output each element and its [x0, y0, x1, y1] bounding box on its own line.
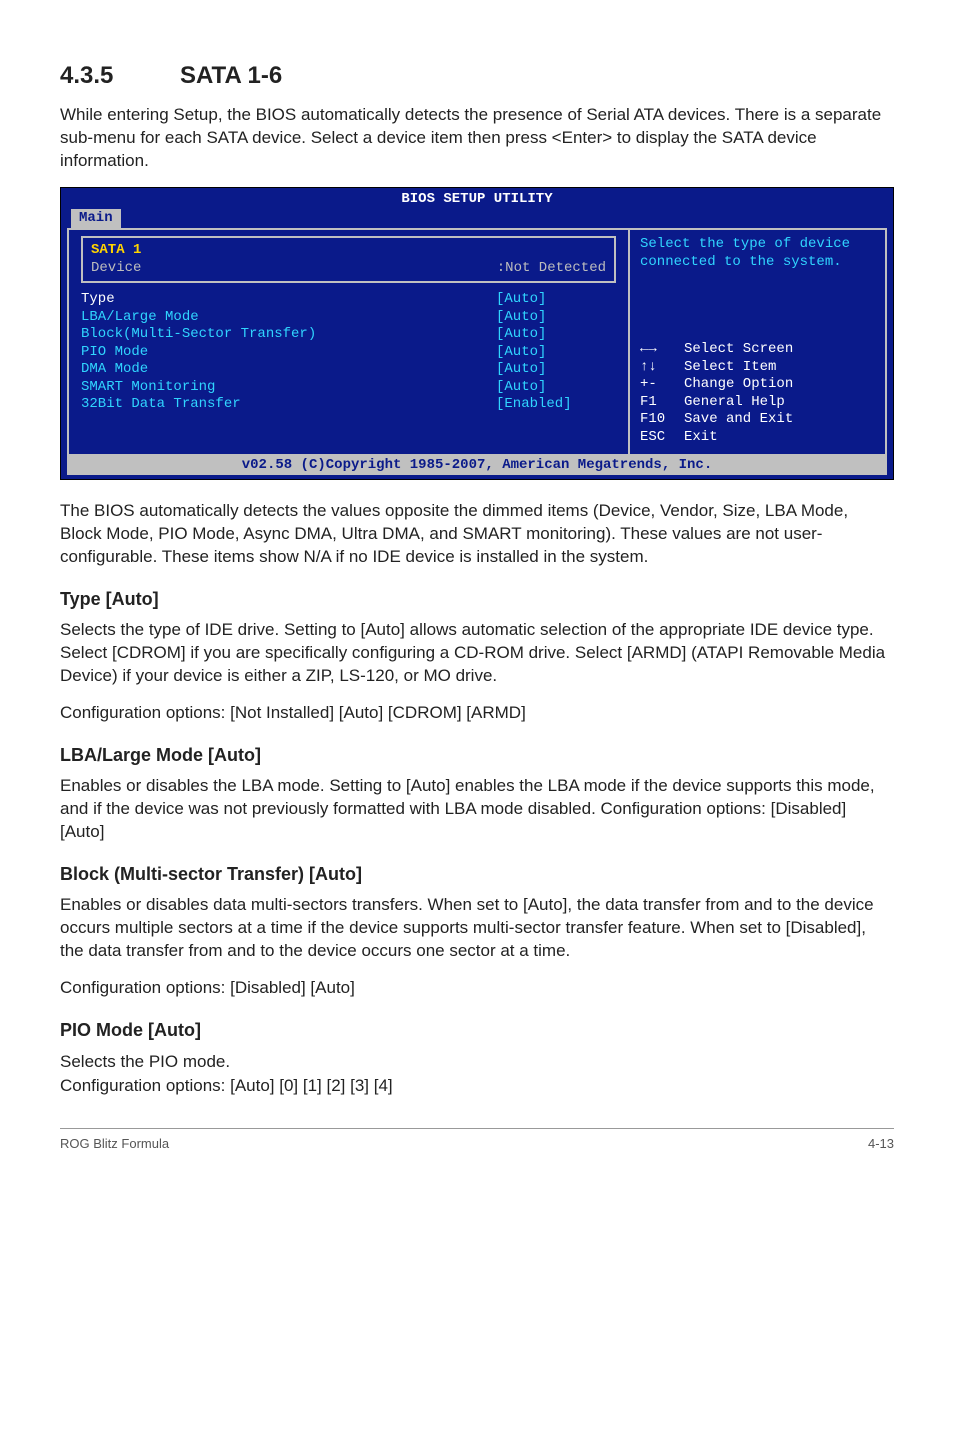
bios-nav-action: Change Option: [684, 376, 793, 394]
bios-panel-title: SATA 1: [91, 242, 606, 260]
bios-tab-bar: Main: [61, 209, 893, 229]
bios-nav-row: ←→Select Screen: [640, 341, 875, 359]
bios-option-label: SMART Monitoring: [81, 379, 496, 397]
bios-screenshot: BIOS SETUP UTILITY Main SATA 1 Device :N…: [60, 187, 894, 480]
bios-device-row: Device :Not Detected: [91, 260, 606, 278]
bios-title: BIOS SETUP UTILITY: [61, 188, 893, 209]
bios-right-panel: Select the type of device connected to t…: [628, 228, 887, 456]
bios-option-value: [Auto]: [496, 379, 616, 397]
bios-nav-block: ←→Select Screen ↑↓Select Item +-Change O…: [640, 341, 875, 446]
bios-option-row[interactable]: DMA Mode[Auto]: [81, 361, 616, 379]
section-number: 4.3.5: [60, 60, 180, 92]
bios-option-value: [Enabled]: [496, 396, 616, 414]
bios-left-panel: SATA 1 Device :Not Detected Type[Auto] L…: [67, 228, 628, 456]
bios-option-row[interactable]: Block(Multi-Sector Transfer)[Auto]: [81, 326, 616, 344]
bios-option-value: [Auto]: [496, 326, 616, 344]
bios-nav-action: General Help: [684, 394, 785, 412]
bios-tab-main[interactable]: Main: [71, 209, 121, 229]
bios-option-value: [Auto]: [496, 361, 616, 379]
bios-nav-key: ↑↓: [640, 359, 684, 377]
bios-option-label: Type: [81, 291, 496, 309]
type-heading: Type [Auto]: [60, 587, 894, 611]
bios-nav-action: Select Item: [684, 359, 776, 377]
bios-option-value: [Auto]: [496, 344, 616, 362]
bios-nav-action: Exit: [684, 429, 718, 447]
pio-heading: PIO Mode [Auto]: [60, 1018, 894, 1042]
bios-nav-row: ↑↓Select Item: [640, 359, 875, 377]
bios-option-label: 32Bit Data Transfer: [81, 396, 496, 414]
bios-option-label: DMA Mode: [81, 361, 496, 379]
bios-inner-panel: SATA 1 Device :Not Detected: [81, 236, 616, 283]
bios-option-row[interactable]: Type[Auto]: [81, 291, 616, 309]
bios-help-text: Select the type of device connected to t…: [640, 236, 875, 271]
after-bios-paragraph: The BIOS automatically detects the value…: [60, 500, 894, 569]
type-paragraph-1: Selects the type of IDE drive. Setting t…: [60, 619, 894, 688]
bios-nav-key: +-: [640, 376, 684, 394]
section-title: SATA 1-6: [180, 62, 282, 89]
lba-paragraph: Enables or disables the LBA mode. Settin…: [60, 775, 894, 844]
bios-nav-row: F10Save and Exit: [640, 411, 875, 429]
bios-nav-key: F1: [640, 394, 684, 412]
block-heading: Block (Multi-sector Transfer) [Auto]: [60, 862, 894, 886]
bios-nav-key: ESC: [640, 429, 684, 447]
bios-nav-row: ESCExit: [640, 429, 875, 447]
bios-option-label: Block(Multi-Sector Transfer): [81, 326, 496, 344]
type-paragraph-2: Configuration options: [Not Installed] […: [60, 702, 894, 725]
bios-footer: v02.58 (C)Copyright 1985-2007, American …: [67, 456, 887, 476]
bios-nav-action: Select Screen: [684, 341, 793, 359]
bios-nav-row: F1General Help: [640, 394, 875, 412]
pio-paragraph-2: Configuration options: [Auto] [0] [1] [2…: [60, 1075, 894, 1098]
bios-option-row[interactable]: PIO Mode[Auto]: [81, 344, 616, 362]
bios-option-value: [Auto]: [496, 291, 616, 309]
intro-paragraph: While entering Setup, the BIOS automatic…: [60, 104, 894, 173]
bios-option-row[interactable]: LBA/Large Mode[Auto]: [81, 309, 616, 327]
bios-nav-action: Save and Exit: [684, 411, 793, 429]
lba-heading: LBA/Large Mode [Auto]: [60, 743, 894, 767]
block-paragraph-2: Configuration options: [Disabled] [Auto]: [60, 977, 894, 1000]
bios-option-label: LBA/Large Mode: [81, 309, 496, 327]
block-paragraph-1: Enables or disables data multi-sectors t…: [60, 894, 894, 963]
section-heading: 4.3.5SATA 1-6: [60, 60, 894, 92]
footer-right: 4-13: [868, 1135, 894, 1153]
footer-left: ROG Blitz Formula: [60, 1135, 169, 1153]
pio-paragraph-1: Selects the PIO mode.: [60, 1051, 894, 1074]
bios-option-label: PIO Mode: [81, 344, 496, 362]
bios-device-value: :Not Detected: [497, 260, 606, 278]
bios-option-row[interactable]: SMART Monitoring[Auto]: [81, 379, 616, 397]
bios-option-row[interactable]: 32Bit Data Transfer[Enabled]: [81, 396, 616, 414]
bios-nav-row: +-Change Option: [640, 376, 875, 394]
bios-nav-key: ←→: [640, 341, 684, 359]
bios-option-value: [Auto]: [496, 309, 616, 327]
bios-nav-key: F10: [640, 411, 684, 429]
page-footer: ROG Blitz Formula 4-13: [60, 1128, 894, 1153]
